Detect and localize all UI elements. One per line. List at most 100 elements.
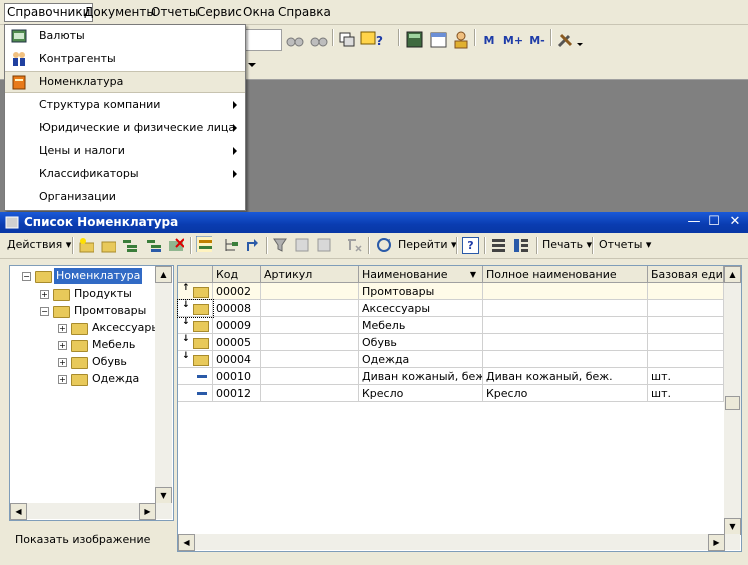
cell-name[interactable]: Обувь — [359, 334, 483, 351]
cell-full-name[interactable]: Кресло — [483, 385, 648, 402]
table-row[interactable]: ↓ 00004 Одежда — [178, 351, 724, 368]
table-vertical-scrollbar[interactable]: ▲ ▼ — [724, 266, 741, 535]
tree-vertical-scrollbar[interactable]: ▲ ▼ — [155, 266, 172, 504]
menu-help[interactable]: Справка — [276, 4, 333, 21]
table-row[interactable]: ↓ 00005 Обувь — [178, 334, 724, 351]
windows-icon[interactable] — [338, 31, 356, 49]
cell-full-name[interactable] — [483, 351, 648, 368]
cell-article[interactable] — [261, 368, 359, 385]
cell-full-name[interactable] — [483, 300, 648, 317]
column-header-base-unit[interactable]: Базовая един... — [648, 266, 724, 283]
menu-service[interactable]: Сервис — [195, 4, 244, 21]
cell-article[interactable] — [261, 351, 359, 368]
add-group-icon[interactable] — [100, 237, 116, 253]
cell-code[interactable]: 00010 — [213, 368, 261, 385]
table-row[interactable]: 00012 Кресло Кресло шт. — [178, 385, 724, 402]
menu-item-currencies[interactable]: Валюты — [5, 25, 245, 47]
memory-plus-button[interactable]: М+ — [503, 31, 523, 49]
menu-item-classifiers[interactable]: Классификаторы — [5, 163, 245, 185]
print-menu[interactable]: Печать ▾ — [542, 238, 592, 251]
minimize-button[interactable]: — — [686, 214, 702, 230]
cell-code[interactable]: 00008 — [213, 300, 261, 317]
column-header-name[interactable]: Наименование ▼ — [359, 266, 483, 283]
scroll-left-icon[interactable]: ◀ — [178, 534, 195, 551]
table-row[interactable]: ↓ 00009 Мебель — [178, 317, 724, 334]
cell-article[interactable] — [261, 283, 359, 300]
toolbar-dropdown-arrow-icon[interactable] — [248, 63, 256, 67]
toolbar-combo[interactable] — [244, 29, 282, 51]
level-up-icon[interactable] — [244, 237, 260, 253]
cell-code[interactable]: 00012 — [213, 385, 261, 402]
cell-base-unit[interactable] — [648, 351, 724, 368]
scroll-right-icon[interactable]: ▶ — [139, 503, 156, 520]
window-titlebar[interactable]: Список Номенклатура — ☐ ✕ — [0, 212, 748, 233]
column-header-article[interactable]: Артикул — [261, 266, 359, 283]
scroll-up-icon[interactable]: ▲ — [724, 266, 741, 283]
menu-reports[interactable]: Отчеты — [149, 4, 200, 21]
cell-base-unit[interactable] — [648, 283, 724, 300]
column-header-full-name[interactable]: Полное наименование — [483, 266, 648, 283]
menu-item-organizations[interactable]: Организации — [5, 186, 245, 208]
scroll-down-icon[interactable]: ▼ — [155, 487, 172, 504]
binoculars-next-icon[interactable] — [310, 31, 328, 49]
cell-name[interactable]: Диван кожаный, беж. — [359, 368, 483, 385]
menu-directories[interactable]: Справочники — [4, 3, 94, 22]
tree-icon[interactable] — [222, 237, 238, 253]
hierarchy-toggle-icon[interactable] — [196, 236, 212, 252]
expand-icon[interactable]: + — [40, 290, 49, 299]
scroll-left-icon[interactable]: ◀ — [10, 503, 27, 520]
menu-item-counterparties[interactable]: Контрагенты — [5, 48, 245, 70]
user-icon[interactable] — [452, 30, 470, 50]
list-view-icon[interactable] — [490, 237, 506, 253]
collapse-icon[interactable]: − — [40, 307, 49, 316]
table-row[interactable]: 00010 Диван кожаный, беж. Диван кожаный, б… — [178, 368, 724, 385]
cell-code[interactable]: 00002 — [213, 283, 261, 300]
columns-icon[interactable] — [512, 237, 528, 253]
calendar-help-icon[interactable]: ? — [360, 30, 386, 50]
filter-value-icon[interactable] — [316, 237, 332, 253]
cell-article[interactable] — [261, 385, 359, 402]
table-row[interactable]: ↑ 00002 Промтовары — [178, 283, 724, 300]
edit-icon[interactable] — [146, 237, 162, 253]
expand-icon[interactable]: + — [58, 341, 67, 350]
cell-base-unit[interactable] — [648, 317, 724, 334]
table-row[interactable]: ↓ 00008 Аксессуары — [177, 299, 724, 318]
column-header-code[interactable]: Код — [213, 266, 261, 283]
cell-code[interactable]: 00009 — [213, 317, 261, 334]
close-button[interactable]: ✕ — [727, 214, 743, 230]
goto-menu[interactable]: Перейти ▾ — [398, 238, 457, 251]
cell-full-name[interactable] — [483, 283, 648, 300]
cell-full-name[interactable] — [483, 317, 648, 334]
cell-name[interactable]: Мебель — [359, 317, 483, 334]
cell-code[interactable]: 00004 — [213, 351, 261, 368]
help-button[interactable]: ? — [462, 237, 479, 254]
menu-item-prices-taxes[interactable]: Цены и налоги — [5, 140, 245, 162]
cell-full-name[interactable] — [483, 334, 648, 351]
cell-name[interactable]: Аксессуары — [359, 300, 483, 317]
cell-article[interactable] — [261, 334, 359, 351]
goto-icon[interactable] — [376, 237, 392, 253]
tools-icon[interactable] — [556, 30, 584, 50]
cell-base-unit[interactable]: шт. — [648, 385, 724, 402]
scroll-down-icon[interactable]: ▼ — [724, 518, 741, 535]
menu-documents[interactable]: Документы — [82, 4, 158, 21]
collapse-icon[interactable]: − — [22, 272, 31, 281]
memory-minus-button[interactable]: М- — [527, 31, 547, 49]
cell-full-name[interactable]: Диван кожаный, беж. — [483, 368, 648, 385]
cell-article[interactable] — [261, 317, 359, 334]
binoculars-icon[interactable] — [286, 31, 304, 49]
copy-icon[interactable] — [122, 237, 138, 253]
reports-menu[interactable]: Отчеты ▾ — [599, 238, 651, 251]
scroll-up-icon[interactable]: ▲ — [155, 266, 172, 283]
cell-article[interactable] — [261, 300, 359, 317]
cell-name[interactable]: Одежда — [359, 351, 483, 368]
table-horizontal-scrollbar[interactable]: ◀ ▶ — [178, 534, 740, 551]
menu-item-company-structure[interactable]: Структура компании — [5, 94, 245, 116]
actions-menu[interactable]: Действия ▾ — [7, 238, 71, 251]
menu-item-nomenclature[interactable]: Номенклатура — [5, 71, 245, 93]
calculator-icon[interactable] — [406, 31, 424, 49]
filter-list-icon[interactable] — [294, 237, 310, 253]
expand-icon[interactable]: + — [58, 324, 67, 333]
cell-code[interactable]: 00005 — [213, 334, 261, 351]
clear-filter-icon[interactable] — [346, 237, 362, 253]
